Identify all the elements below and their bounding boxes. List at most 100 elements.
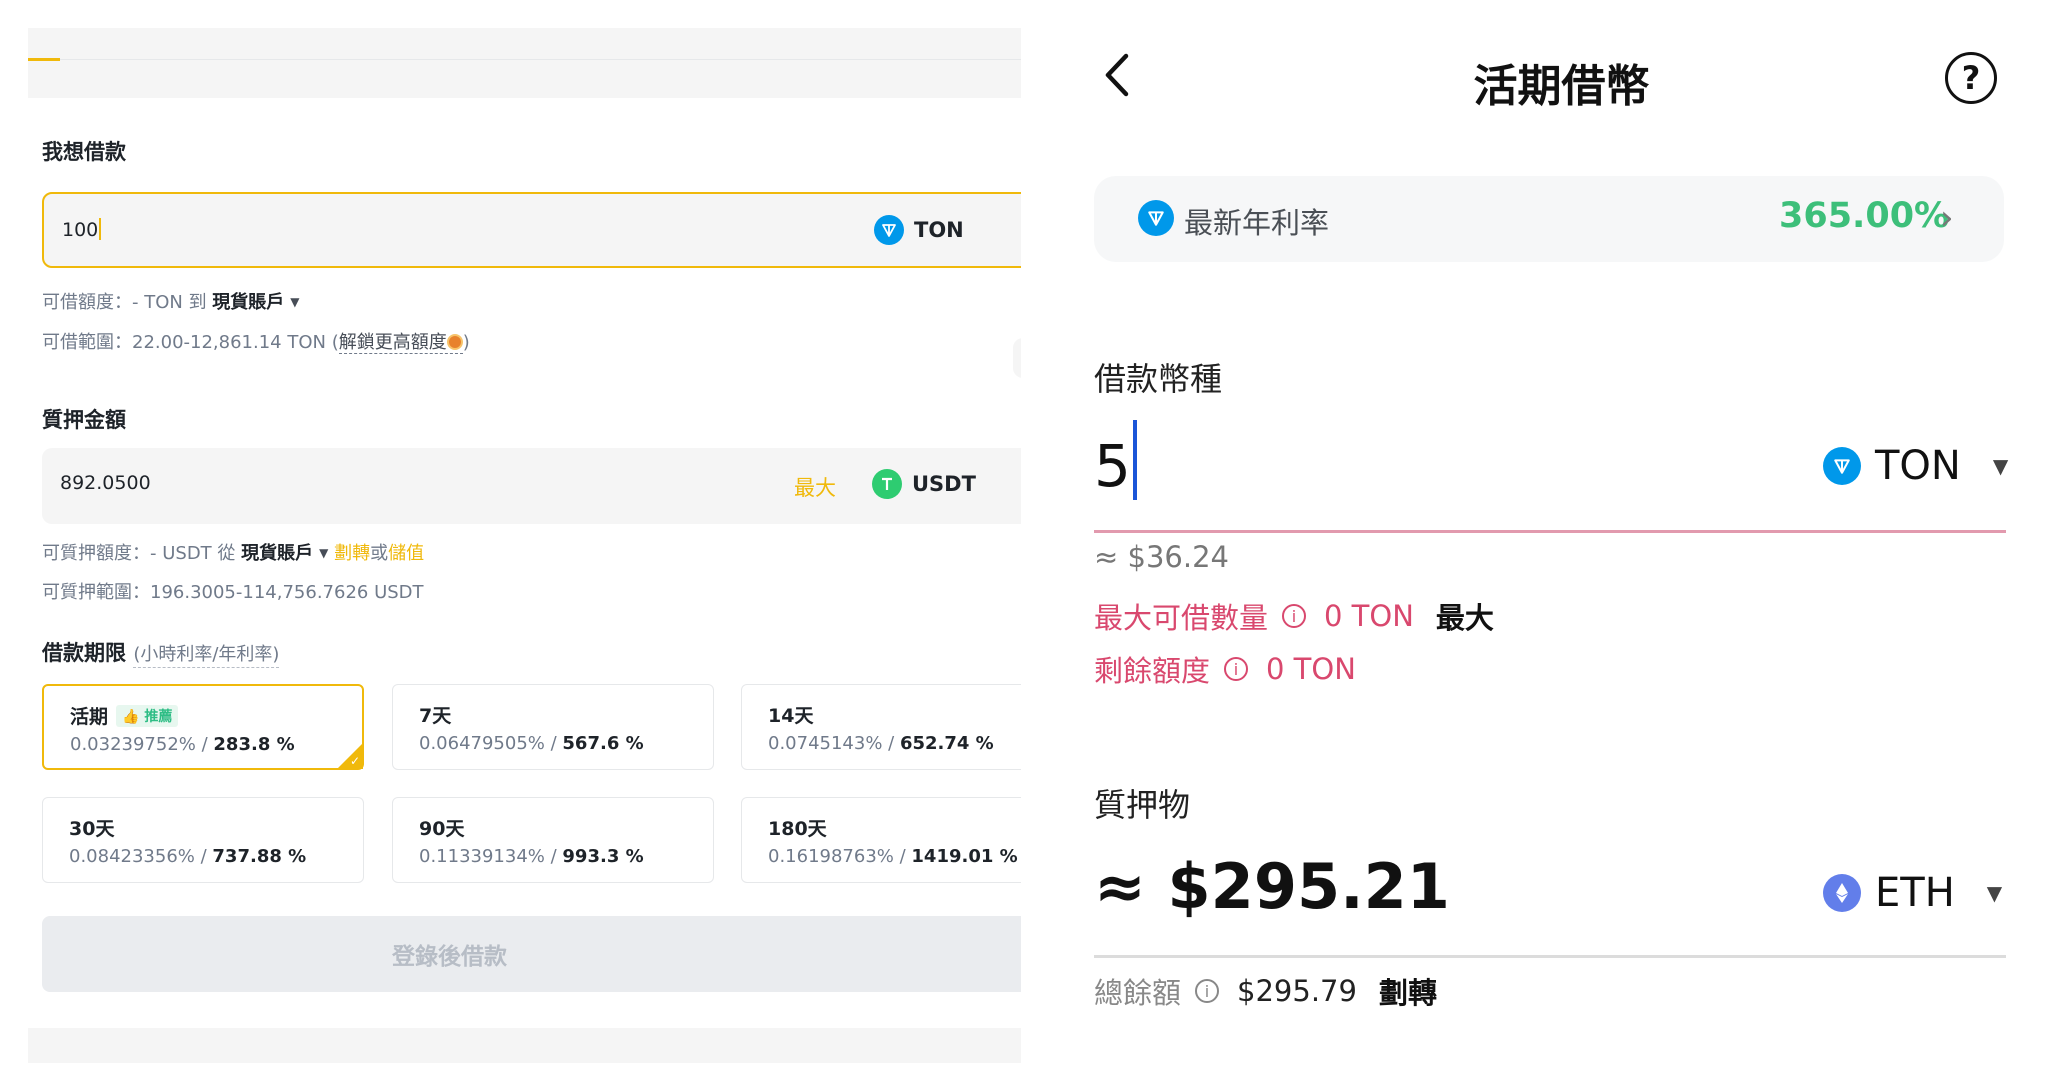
term-name: 7天 [419,705,452,727]
borrow-coin-label: 借款幣種 [1094,360,1223,398]
recommended-badge: 👍 推薦 [116,705,179,727]
collateral-coin-selector[interactable]: USDT [872,468,976,500]
borrow-amount-value-wrap: 100 [62,218,102,241]
term-name: 90天 [419,818,465,840]
borrow-target-account[interactable]: 現貨賬戶 [212,292,284,313]
term-option-7d[interactable]: 7天 0.06479505% / 567.6 % [392,684,714,770]
borrow-amount-input[interactable]: 5 [1094,420,1137,500]
collateral-coin-name: ETH [1875,870,1955,916]
term-option-90d[interactable]: 90天 0.11339134% / 993.3 % [392,797,714,883]
collateral-coin-selector[interactable]: ETH ▼ [1823,870,2002,916]
borrow-amount-input[interactable]: 100 TON ⌄ [42,192,1021,268]
ton-icon [874,215,904,245]
term-rates: 0.03239752% / 283.8 % [70,734,295,755]
info-icon[interactable]: i [1195,979,1220,1003]
term-rates: 0.08423356% / 737.88 % [69,846,306,867]
term-annual-rate: 993.3 % [562,846,644,867]
term-hourly-rate: 0.11339134% / [419,846,563,867]
tab-active-indicator[interactable] [28,58,60,61]
medal-icon [446,334,463,350]
term-annual-rate: 652.74 % [899,733,994,754]
borrowable-label: 可借額度：- TON 到 [42,292,213,313]
term-hourly-rate: 0.06479505% / [419,733,563,754]
rate-label: 最新年利率 [1184,206,1330,240]
term-option-30d[interactable]: 30天 0.08423356% / 737.88 % [42,797,364,883]
term-name: 14天 [768,705,814,727]
check-icon: ✓ [349,754,360,768]
collateral-amount-input[interactable]: 892.0500 最大 USDT ⌄ [42,448,1021,524]
text-caret [99,218,102,240]
borrow-range-row: 可借範圍：22.00-12,861.14 TON (解鎖更高額度) [42,328,470,354]
transfer-button[interactable]: 劃轉 [1379,970,1437,1012]
approx-usd-value: ≈ $36.24 [1094,540,1229,574]
collateral-section-title: 質押金額 [42,408,126,432]
remaining-limit-row: 剩餘額度 i 0 TON [1094,648,1356,690]
term-hourly-rate: 0.16198763% / [768,846,912,867]
pledgeable-amount-row: 可質押額度：- USDT 從 現貨賬戶 ▼ 劃轉或儲值 [42,539,424,565]
help-icon[interactable]: ? [1945,52,1997,104]
flexible-loan-screen: 活期借幣 ? 最新年利率 365.00% › 借款幣種 5 TON ▼ ≈ $3… [1078,0,2045,1077]
ton-icon [1823,447,1861,485]
max-button[interactable]: 最大 [1436,595,1494,637]
caret-down-icon: ▼ [1986,881,2003,905]
deposit-link[interactable]: 儲值 [388,543,424,564]
term-rates: 0.0745143% / 652.74 % [768,733,994,754]
borrow-coin-selector[interactable]: TON ▼ [1823,443,2008,489]
footer-strip [28,1028,1021,1063]
term-label: 借款期限 [42,641,126,665]
borrow-coin-selector[interactable]: TON [874,214,964,246]
ton-icon [1138,200,1174,236]
chevron-right-icon: › [1940,198,1954,238]
term-name: 30天 [69,818,115,840]
balance-label: 總餘額 [1094,976,1182,1010]
term-name: 活期 [70,706,109,728]
term-annual-rate: 1419.01 % [911,846,1018,867]
eth-icon [1823,874,1861,912]
term-option-180d[interactable]: 180天 0.16198763% / 1419.01 % [741,797,1021,883]
borrow-range-close: ) [462,332,470,353]
term-option-flexible[interactable]: 活期 👍 推薦 0.03239752% / 283.8 % ✓ [42,684,364,770]
term-hourly-rate: 0.03239752% / [70,734,214,755]
term-option-14d[interactable]: 14天 0.0745143% / 652.74 % [741,684,1021,770]
max-button[interactable]: 最大 [794,472,836,502]
collateral-value[interactable]: ≈ $295.21 [1094,850,1450,923]
transfer-link[interactable]: 劃轉 [334,543,370,564]
tab-divider [28,59,1021,60]
remaining-value: 0 TON [1266,652,1356,686]
collateral-label: 質押物 [1094,786,1191,824]
term-annual-rate: 567.6 % [562,733,644,754]
borrow-amount-value: 100 [62,219,99,241]
latest-rate-card[interactable]: 最新年利率 365.00% › [1094,176,2004,262]
pledge-source-account[interactable]: 現貨賬戶 [241,543,313,564]
unlock-limit-link[interactable]: 解鎖更高額度 [338,332,463,354]
borrow-amount-value: 5 [1094,432,1131,500]
text-caret [1132,420,1137,500]
term-rates: 0.11339134% / 993.3 % [419,846,644,867]
caret-down-icon[interactable]: ▼ [319,546,328,560]
collateral-underline [1094,955,2006,958]
term-hourly-rate: 0.08423356% / [69,846,213,867]
rate-value: 365.00% [1779,196,1950,236]
loan-form-panel: 我想借款 100 TON ⌄ 可借額度：- TON 到 現貨賬戶 ▼ 可借範圍：2… [28,28,1021,1063]
info-icon[interactable]: i [1282,604,1307,628]
total-balance-row: 總餘額 i $295.79 劃轉 [1094,970,1437,1012]
term-name-row: 活期 👍 推薦 [70,702,179,729]
login-to-borrow-button[interactable]: 登錄後借款 [42,916,1021,992]
scroll-handle[interactable] [1013,338,1021,378]
pledgeable-label: 可質押額度：- USDT 從 [42,543,242,564]
term-rates: 0.16198763% / 1419.01 % [768,846,1018,867]
pledge-range: 可質押範圍：196.3005-114,756.7626 USDT [42,582,424,603]
borrow-range-label: 可借範圍：22.00-12,861.14 TON ( [42,332,339,353]
borrow-coin-label: TON [914,218,964,242]
borrow-coin-name: TON [1875,443,1961,489]
collateral-coin-label: USDT [912,472,976,496]
or-text: 或 [370,543,389,564]
info-icon[interactable]: i [1224,657,1249,681]
term-annual-rate: 283.8 % [213,734,295,755]
term-section-title: 借款期限 (小時利率/年利率) [42,637,280,668]
caret-down-icon[interactable]: ▼ [290,295,299,309]
term-hourly-rate: 0.0745143% / [768,733,900,754]
login-to-borrow-label: 登錄後借款 [392,944,507,970]
caret-down-icon: ▼ [1992,454,2009,478]
page-title: 活期借幣 [1473,61,1650,112]
